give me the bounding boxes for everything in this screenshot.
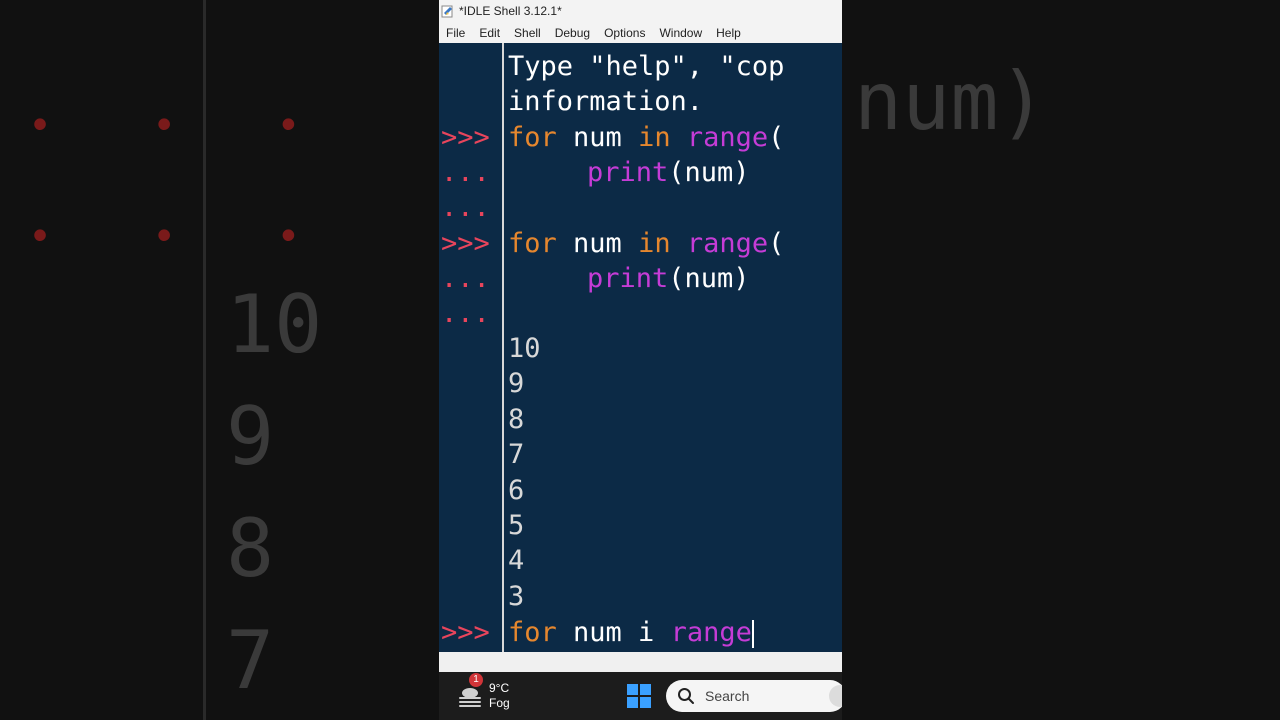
code-line-print-1: print(num) [587,155,750,190]
search-label: Search [705,688,750,704]
fog-icon [459,688,481,707]
code-var: num [556,228,639,259]
intro-text-line-2: information. [508,86,704,117]
code-text: num i [556,617,671,648]
weather-temp: 9°C [489,681,510,695]
status-bar [439,652,842,672]
weather-text: 9°C Fog [489,681,510,711]
menu-edit[interactable]: Edit [472,26,507,40]
taskbar-search[interactable]: Search [666,680,842,712]
windows-start-icon[interactable] [627,684,651,708]
continuation-marker: ... [441,192,490,223]
output-line: 7 [508,439,525,470]
code-args: (num) [668,157,750,188]
menu-options[interactable]: Options [597,26,652,40]
background-number-4: 7 [226,614,275,707]
search-highlight-icon [829,685,842,707]
menu-debug[interactable]: Debug [548,26,597,40]
code-line-for-1: for num in range( [508,120,784,155]
code-args: (num) [668,263,750,294]
text-cursor [751,619,754,648]
output-line: 10 [508,333,541,364]
keyword-for: for [508,122,557,153]
keyword-for: for [508,228,557,259]
background-zoom-left: • • • • • • 10 9 8 7 [0,0,439,720]
prompt-marker: >>> [441,228,490,259]
code-var: num [556,122,639,153]
builtin-range: range [670,617,752,648]
shell-editor[interactable]: >>> ... ... >>> ... ... >>> Type "help",… [439,43,842,652]
menu-bar: File Edit Shell Debug Options Window Hel… [439,22,842,43]
idle-window: *IDLE Shell 3.12.1* File Edit Shell Debu… [439,0,842,720]
background-code-fragment: num) [854,55,1047,148]
taskbar: 1 9°C Fog Search [439,672,842,720]
search-icon [678,688,694,704]
menu-window[interactable]: Window [652,26,709,40]
prompt-marker: >>> [441,617,490,648]
output-line: 3 [508,581,525,612]
keyword-for: for [508,617,557,648]
current-input-line[interactable]: for num i range [508,615,754,650]
background-dots-2: • • • [28,214,339,260]
builtin-print: print [587,157,669,188]
weather-desc: Fog [489,696,510,710]
intro-text-line-1: Type "help", "cop [508,51,785,82]
weather-widget[interactable]: 1 9°C Fog [457,673,510,711]
continuation-marker: ... [441,263,490,294]
output-line: 4 [508,545,525,576]
window-title: *IDLE Shell 3.12.1* [459,4,562,18]
code-line-for-2: for num in range( [508,226,784,261]
output-line: 6 [508,475,525,506]
background-number-3: 8 [226,502,275,595]
menu-shell[interactable]: Shell [507,26,548,40]
background-dots-1: • • • [28,103,339,149]
idle-app-icon [441,5,453,18]
background-number-2: 9 [226,390,275,483]
code-line-print-2: print(num) [587,261,750,296]
output-line: 9 [508,368,525,399]
prompt-gutter: >>> ... ... >>> ... ... >>> [439,43,504,652]
continuation-marker: ... [441,157,490,188]
builtin-print: print [587,263,669,294]
prompt-marker: >>> [441,122,490,153]
code-paren: ( [768,228,785,259]
menu-help[interactable]: Help [709,26,748,40]
builtin-range: range [686,122,769,153]
code-paren: ( [768,122,785,153]
background-number-1: 10 [226,278,323,371]
background-zoom-right: num) [842,0,1280,720]
output-line: 8 [508,404,525,435]
menu-file[interactable]: File [439,26,472,40]
keyword-in: in [638,228,671,259]
title-bar: *IDLE Shell 3.12.1* [439,0,842,22]
continuation-marker: ... [441,298,490,329]
keyword-in: in [638,122,671,153]
output-line: 5 [508,510,525,541]
notification-badge: 1 [469,673,483,687]
builtin-range: range [686,228,769,259]
shell-output[interactable]: Type "help", "cop information. for num i… [508,43,842,652]
